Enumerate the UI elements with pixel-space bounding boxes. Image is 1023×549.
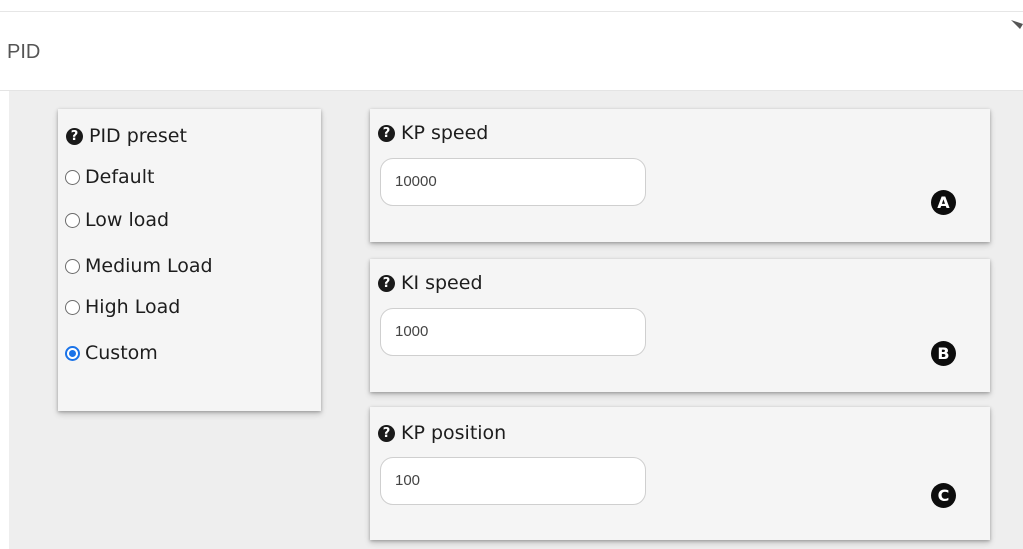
help-icon[interactable]: ? [378, 124, 395, 142]
ki-speed-label-row: ? KI speed [378, 272, 483, 294]
marker-a-icon: A [931, 190, 956, 215]
ki-speed-input[interactable]: 1000 [380, 308, 646, 356]
radio-label-default: Default [85, 166, 155, 188]
kp-position-card: ? KP position 100 C [370, 407, 990, 540]
kp-speed-input[interactable]: 10000 [380, 158, 646, 206]
panel-title: PID [7, 41, 41, 63]
kp-position-input[interactable]: 100 [380, 457, 646, 505]
ki-speed-card: ? KI speed 1000 B [370, 259, 990, 392]
kp-position-label-row: ? KP position [378, 422, 506, 444]
radio-option-custom[interactable]: Custom [65, 342, 158, 364]
radio-button-custom[interactable] [65, 345, 80, 361]
kp-position-label: KP position [401, 422, 507, 444]
corner-arrow-icon [1011, 20, 1023, 30]
radio-label-custom: Custom [85, 342, 158, 364]
radio-label-high-load: High Load [85, 296, 181, 318]
pid-preset-label: PID preset [89, 125, 187, 147]
radio-label-medium-load: Medium Load [85, 255, 213, 277]
kp-speed-label-row: ? KP speed [378, 122, 488, 144]
radio-option-low-load[interactable]: Low load [65, 209, 169, 231]
radio-option-medium-load[interactable]: Medium Load [65, 255, 213, 277]
marker-b-icon: B [931, 341, 956, 366]
marker-c-icon: C [931, 483, 956, 508]
radio-option-default[interactable]: Default [65, 166, 154, 188]
radio-button-low-load[interactable] [65, 212, 80, 228]
pid-preset-card: ? PID preset Default Low load Medium Loa… [58, 109, 321, 411]
help-icon[interactable]: ? [378, 274, 395, 292]
kp-speed-label: KP speed [401, 122, 489, 144]
radio-button-high-load[interactable] [65, 299, 80, 315]
radio-label-low-load: Low load [85, 209, 170, 231]
help-icon[interactable]: ? [378, 424, 395, 442]
radio-button-medium-load[interactable] [65, 258, 80, 274]
radio-button-default[interactable] [65, 169, 80, 185]
radio-option-high-load[interactable]: High Load [65, 296, 180, 318]
panel-header: PID [0, 12, 1023, 91]
ki-speed-label: KI speed [401, 272, 483, 294]
pid-preset-label-row: ? PID preset [66, 125, 187, 147]
help-icon[interactable]: ? [66, 127, 83, 145]
kp-speed-card: ? KP speed 10000 A [370, 109, 990, 242]
